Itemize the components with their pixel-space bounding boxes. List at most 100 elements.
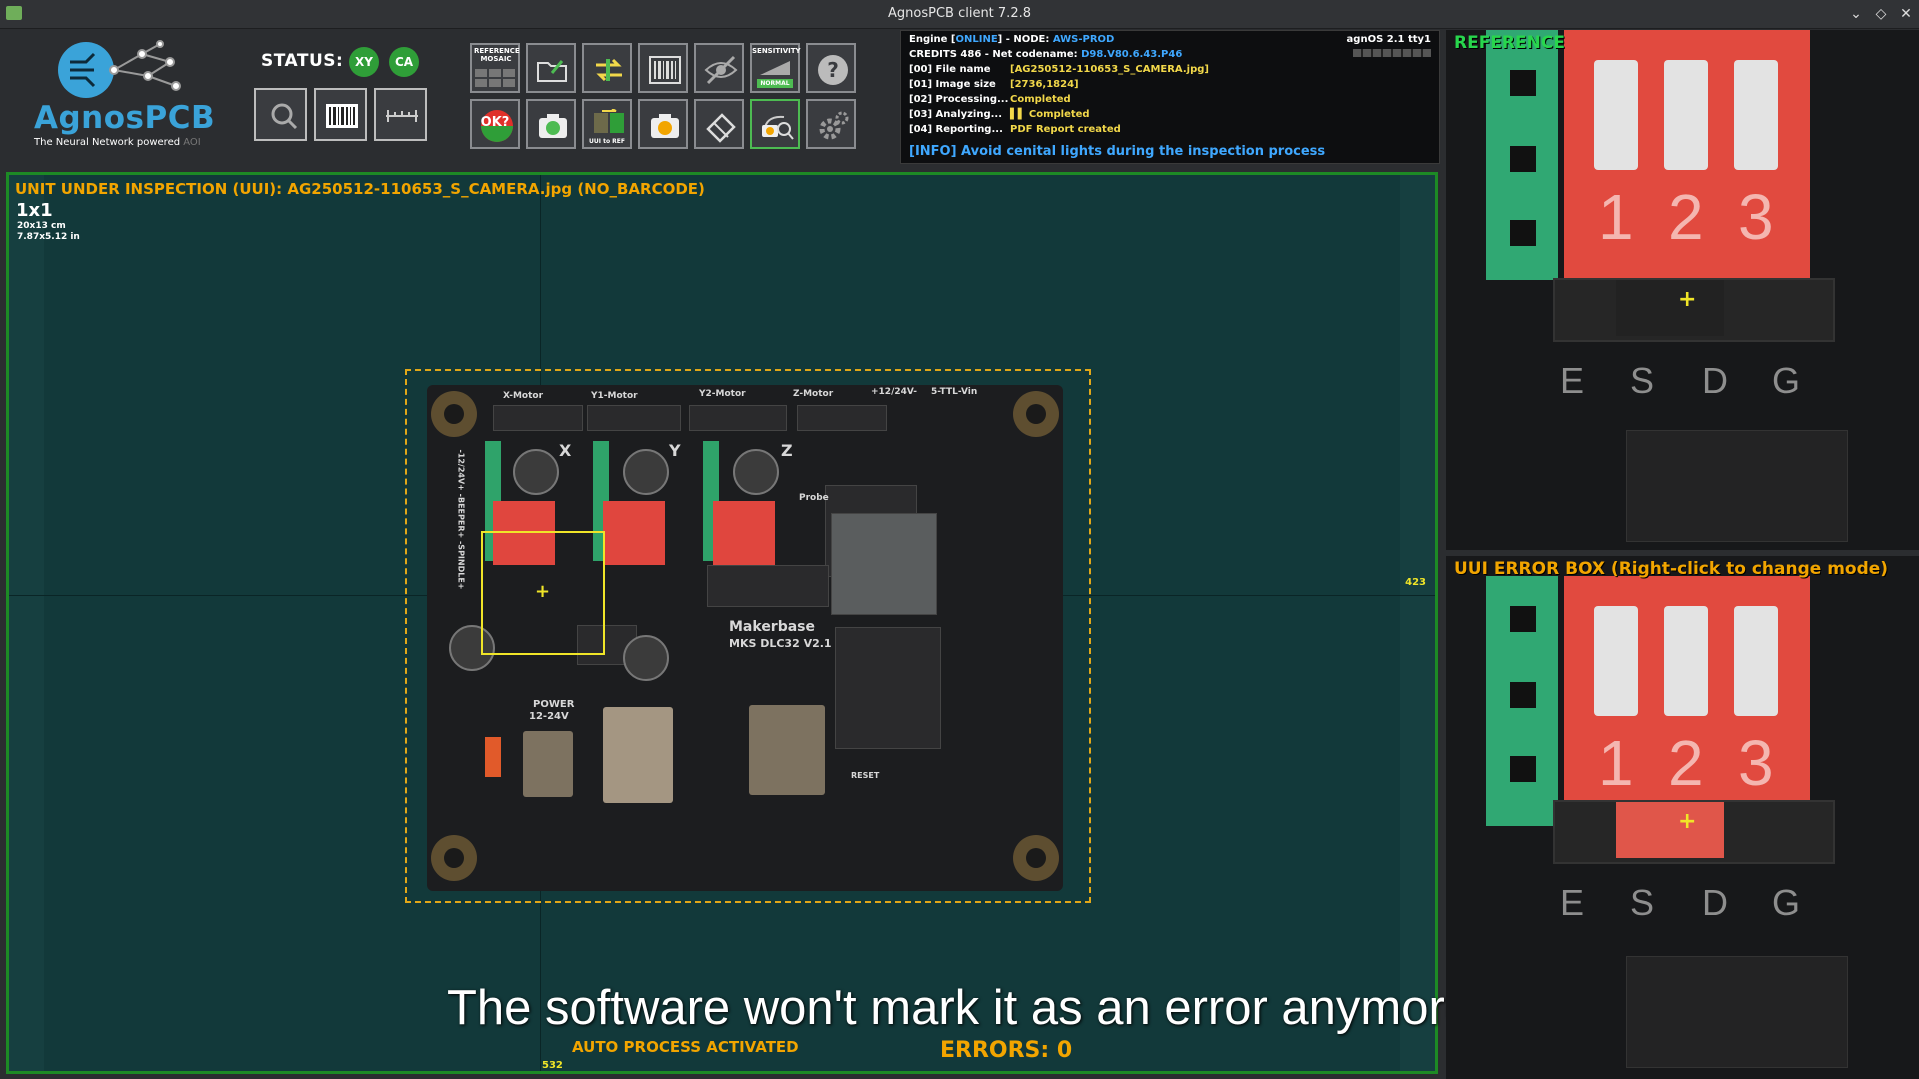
pin-letter: S xyxy=(1630,882,1655,923)
title-bar: AgnosPCB client 7.2.8 ⌄ ◇ ✕ xyxy=(0,0,1919,29)
step-value: [2736,1824] xyxy=(1010,79,1079,90)
switch-lever xyxy=(1734,60,1778,170)
esp32-module xyxy=(831,513,937,615)
maximize-button[interactable]: ◇ xyxy=(1871,4,1891,24)
help-button[interactable]: ? xyxy=(806,43,856,93)
eraser-icon xyxy=(706,113,736,143)
ok-check-button[interactable]: OK? xyxy=(470,99,520,149)
pin xyxy=(1510,220,1536,246)
sd-card-slot xyxy=(749,705,825,795)
os-version: agnOS 2.1 tty1 xyxy=(1346,34,1431,45)
hide-button[interactable] xyxy=(694,43,744,93)
pin xyxy=(1510,606,1536,632)
reference-zoom-panel[interactable]: 1 2 3 + E S D G REFERENCE xyxy=(1446,30,1919,550)
status-label: STATUS: xyxy=(261,51,344,71)
jumper-cap xyxy=(1616,802,1724,858)
header-label: X-Motor xyxy=(503,391,544,401)
uui-to-ref-label: UUI to REF xyxy=(589,138,625,145)
close-button[interactable]: ✕ xyxy=(1896,4,1916,24)
camera-search-icon xyxy=(762,115,794,140)
connector xyxy=(689,405,787,431)
mount-hole xyxy=(431,835,477,881)
usb-port xyxy=(603,707,673,803)
step-value: Completed xyxy=(1010,94,1071,105)
sensitivity-gauge-icon xyxy=(760,61,790,75)
erase-button[interactable] xyxy=(694,99,744,149)
engine-info-panel: Engine [ONLINE] - NODE: AWS-PROD CREDITS… xyxy=(900,30,1440,164)
tagline-aoi: AOI xyxy=(183,137,201,148)
switch-lever xyxy=(1664,60,1708,170)
gear-icon xyxy=(819,111,849,140)
measure-button[interactable] xyxy=(374,88,427,141)
dimension-cm: 20x13 cm xyxy=(17,221,66,231)
header-label: Y2-Motor xyxy=(699,389,746,399)
engine-state: ONLINE xyxy=(955,34,998,45)
step-value: PDF Report created xyxy=(1010,124,1121,135)
reference-mosaic-label: REFERENCE MOSAIC xyxy=(474,47,520,63)
reference-mosaic-button[interactable]: REFERENCE MOSAIC xyxy=(470,43,520,93)
engine-node-label: ] - NODE: xyxy=(997,34,1053,45)
settings-button[interactable] xyxy=(806,99,856,149)
dimension-in: 7.87x5.12 in xyxy=(17,232,80,242)
power-label: POWER xyxy=(533,699,575,710)
open-folder-button[interactable] xyxy=(526,43,576,93)
axis-label: X xyxy=(559,441,572,460)
switch-number: 2 xyxy=(1668,727,1704,799)
auto-process-status: AUTO PROCESS ACTIVATED xyxy=(572,1038,799,1056)
step-label: [03] Analyzing... xyxy=(909,109,1003,120)
svg-text:?: ? xyxy=(827,58,839,82)
pin-letter: D xyxy=(1702,882,1728,923)
switch-number: 3 xyxy=(1738,181,1774,253)
header-label: +12/24V- xyxy=(871,387,917,397)
barcode-scan-button[interactable] xyxy=(638,43,688,93)
engine-load-bars xyxy=(1353,49,1431,57)
header-label: 5-TTL-Vin xyxy=(931,387,978,397)
error-box-zoom-panel[interactable]: 1 2 3 + E S D G UUI ERROR BOX (Right-cli… xyxy=(1446,556,1919,1079)
engine-node: AWS-PROD xyxy=(1052,34,1115,45)
ai-inspect-button[interactable] xyxy=(750,99,800,149)
tagline: The Neural Network powered AOI xyxy=(34,137,201,148)
selected-region-box[interactable]: + xyxy=(481,531,605,655)
credits-line: CREDITS 486 - Net codename: D98.V80.6.43… xyxy=(909,49,1182,60)
sensitivity-button[interactable]: SENSITIVITY NORMAL xyxy=(750,43,801,93)
capacitor xyxy=(513,449,559,495)
pin xyxy=(1510,756,1536,782)
window-title: AgnosPCB client 7.2.8 xyxy=(888,6,1031,21)
uui-to-ref-button[interactable]: UUI to REF xyxy=(582,99,632,149)
camera-capture-button[interactable] xyxy=(526,99,576,149)
minimize-button[interactable]: ⌄ xyxy=(1846,4,1866,24)
info-message: [INFO] Avoid cenital lights during the i… xyxy=(909,144,1326,159)
probe-label: Probe xyxy=(799,493,829,503)
ok-label: OK? xyxy=(480,115,510,130)
swap-button[interactable] xyxy=(582,43,632,93)
header-label: Z-Motor xyxy=(793,389,834,399)
step-label: [00] File name xyxy=(909,64,991,75)
fuse xyxy=(485,737,501,777)
jumper-slot xyxy=(1616,280,1724,336)
crosshair-marker: + xyxy=(1678,287,1697,312)
chip xyxy=(707,565,829,607)
pin-letter: G xyxy=(1772,882,1801,923)
barcode-icon xyxy=(649,56,681,84)
power-voltage: 12-24V xyxy=(529,711,569,722)
component xyxy=(1626,956,1848,1068)
switch-number: 1 xyxy=(1598,727,1634,799)
dip-switch-zoom: 1 2 3 xyxy=(1564,576,1810,826)
snapshot-button[interactable] xyxy=(638,99,688,149)
connector xyxy=(587,405,681,431)
left-track xyxy=(9,175,44,1071)
uui-title: UNIT UNDER INSPECTION (UUI): AG250512-11… xyxy=(15,180,705,198)
pcb-transfer-icon xyxy=(594,109,624,133)
pin xyxy=(1510,682,1536,708)
pin-letter: E xyxy=(1560,882,1585,923)
swap-arrows-icon xyxy=(596,58,622,82)
side-label: -12/24V+ -BEEPER+ -SPINDLE+ xyxy=(456,449,466,590)
right-track xyxy=(1400,175,1435,1071)
credits: CREDITS 486 - Net codename: xyxy=(909,49,1082,60)
brand-name: AgnosPCB xyxy=(34,100,216,136)
inspection-canvas[interactable]: UNIT UNDER INSPECTION (UUI): AG250512-11… xyxy=(6,172,1438,1074)
barcode-button[interactable] xyxy=(314,88,367,141)
error-box-label: UUI ERROR BOX (Right-click to change mod… xyxy=(1454,559,1889,579)
header-label: Y1-Motor xyxy=(591,391,638,401)
zoom-inspect-button[interactable] xyxy=(254,88,307,141)
